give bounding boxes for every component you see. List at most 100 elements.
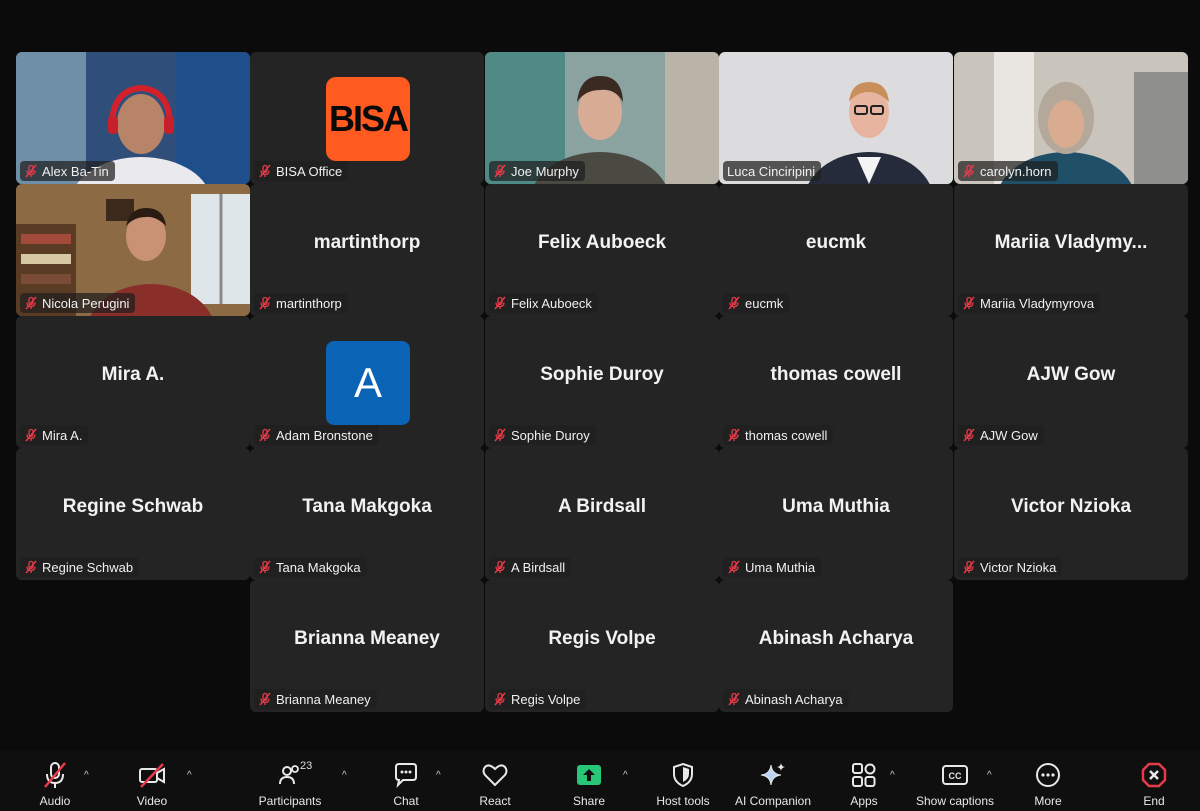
participants-button[interactable]: 23 Participants <box>235 758 345 808</box>
more-button[interactable]: More <box>993 758 1103 808</box>
video-label: Video <box>136 794 168 808</box>
participant-tile-nicola-perugini[interactable]: Nicola Perugini <box>16 184 250 316</box>
mic-muted-icon <box>24 560 38 574</box>
name-label: Abinash Acharya <box>723 689 849 709</box>
name-label: Tana Makgoka <box>254 557 367 577</box>
name-label: Adam Bronstone <box>254 425 379 445</box>
participant-tile-joe-murphy[interactable]: Joe Murphy <box>485 52 719 184</box>
name-label: Regine Schwab <box>20 557 140 577</box>
more-options-icon <box>1034 758 1062 792</box>
mic-muted-icon <box>727 560 741 574</box>
sparkle-icon <box>759 758 787 792</box>
participant-name: eucmk <box>745 295 784 311</box>
display-name: Regine Schwab <box>62 496 204 517</box>
video-off-icon <box>137 758 167 792</box>
host-tools-label: Host tools <box>656 794 710 808</box>
participant-tile-brianna-meaney[interactable]: Brianna Meaney Brianna Meaney <box>250 580 484 712</box>
name-label: Mariia Vladymyrova <box>958 293 1101 313</box>
display-name: Felix Auboeck <box>537 232 667 253</box>
participant-tile-felix-auboeck[interactable]: Felix Auboeck Felix Auboeck <box>485 184 719 316</box>
display-name: Sophie Duroy <box>540 364 664 385</box>
participant-count: 23 <box>300 760 313 772</box>
end-meeting-button[interactable]: End <box>1099 758 1200 808</box>
chat-icon <box>392 758 420 792</box>
display-name: eucmk <box>805 232 867 253</box>
participant-name: BISA Office <box>276 163 343 179</box>
participant-tile-eucmk[interactable]: eucmk eucmk <box>719 184 953 316</box>
more-label: More <box>1034 794 1062 808</box>
participant-name: Mira A. <box>42 427 83 443</box>
video-button[interactable]: Video <box>97 758 207 808</box>
name-label: Brianna Meaney <box>254 689 377 709</box>
participant-tile-mira-a[interactable]: Mira A. Mira A. <box>16 316 250 448</box>
participant-name: Luca Cinciripini <box>727 163 816 179</box>
display-name: A Birdsall <box>558 496 646 517</box>
captions-options-caret-icon[interactable]: ^ <box>987 770 992 781</box>
participant-tile-ajw-gow[interactable]: AJW Gow AJW Gow <box>954 316 1188 448</box>
participant-name: Uma Muthia <box>745 559 816 575</box>
participant-name: thomas cowell <box>745 427 828 443</box>
participant-tile-regine-schwab[interactable]: Regine Schwab Regine Schwab <box>16 448 250 580</box>
participant-tile-regis-volpe[interactable]: Regis Volpe Regis Volpe <box>485 580 719 712</box>
participant-tile-adam-bronstone[interactable]: A Adam Bronstone <box>250 316 484 448</box>
participants-icon: 23 <box>278 758 312 792</box>
participant-tile-victor-nzioka[interactable]: Victor Nzioka Victor Nzioka <box>954 448 1188 580</box>
name-label: martinthorp <box>254 293 348 313</box>
participant-name: Alex Ba-Tin <box>42 163 109 179</box>
name-label: A Birdsall <box>489 557 572 577</box>
audio-button[interactable]: Audio <box>0 758 110 808</box>
name-label: AJW Gow <box>958 425 1044 445</box>
participant-name: Brianna Meaney <box>276 691 371 707</box>
participant-tile-martinthorp[interactable]: martinthorp martinthorp <box>250 184 484 316</box>
mic-muted-icon <box>24 164 38 178</box>
mic-muted-icon <box>493 428 507 442</box>
heart-icon <box>481 758 509 792</box>
name-label: Mira A. <box>20 425 89 445</box>
participant-name: Felix Auboeck <box>511 295 592 311</box>
avatar: A <box>326 341 410 425</box>
apps-options-caret-icon[interactable]: ^ <box>890 770 895 781</box>
meeting-toolbar: Audio ^ Video ^ 23 Participants ^ Chat ^… <box>0 751 1200 811</box>
participants-options-caret-icon[interactable]: ^ <box>342 770 347 781</box>
shield-icon <box>670 758 696 792</box>
mic-off-icon <box>40 758 70 792</box>
participant-tile-a-birdsall[interactable]: A Birdsall A Birdsall <box>485 448 719 580</box>
participant-tile-tana-makgoka[interactable]: Tana Makgoka Tana Makgoka <box>250 448 484 580</box>
mic-muted-icon <box>24 428 38 442</box>
participant-tile-carolyn-horn[interactable]: carolyn.horn <box>954 52 1188 184</box>
display-name: AJW Gow <box>1026 364 1116 385</box>
mic-muted-icon <box>24 296 38 310</box>
participant-tile-alex[interactable]: Alex Ba-Tin <box>16 52 250 184</box>
participant-tile-mariia-vladymyrova[interactable]: Mariia Vladymy... Mariia Vladymyrova <box>954 184 1188 316</box>
participant-name: Sophie Duroy <box>511 427 590 443</box>
participant-tile-sophie-duroy[interactable]: Sophie Duroy Sophie Duroy <box>485 316 719 448</box>
name-label: Felix Auboeck <box>489 293 598 313</box>
show-captions-label: Show captions <box>915 794 995 808</box>
apps-icon <box>850 758 878 792</box>
participant-tile-luca-active-speaker[interactable]: Luca Cinciripini <box>719 52 953 184</box>
participant-tile-uma-muthia[interactable]: Uma Muthia Uma Muthia <box>719 448 953 580</box>
display-name: Uma Muthia <box>782 496 890 517</box>
audio-options-caret-icon[interactable]: ^ <box>84 770 89 781</box>
ai-companion-label: AI Companion <box>734 794 812 808</box>
mic-muted-icon <box>258 428 272 442</box>
participant-tile-bisa-office[interactable]: BISA BISA Office <box>250 52 484 184</box>
participant-tile-abinash-acharya[interactable]: Abinash Acharya Abinash Acharya <box>719 580 953 712</box>
share-options-caret-icon[interactable]: ^ <box>623 770 628 781</box>
bisa-logo: BISA <box>326 77 410 161</box>
display-name: Tana Makgoka <box>302 496 432 517</box>
video-options-caret-icon[interactable]: ^ <box>187 770 192 781</box>
apps-label: Apps <box>850 794 878 808</box>
participant-name: Nicola Perugini <box>42 295 130 311</box>
name-label: carolyn.horn <box>958 161 1058 181</box>
participant-name: A Birdsall <box>511 559 566 575</box>
display-name: Mira A. <box>101 364 165 385</box>
display-name: Abinash Acharya <box>758 628 914 649</box>
participant-name: Regine Schwab <box>42 559 134 575</box>
display-name: Victor Nzioka <box>1010 496 1132 517</box>
name-label: Sophie Duroy <box>489 425 596 445</box>
name-label: Nicola Perugini <box>20 293 136 313</box>
participant-name: Joe Murphy <box>511 163 579 179</box>
participant-tile-thomas-cowell[interactable]: thomas cowell thomas cowell <box>719 316 953 448</box>
mic-muted-icon <box>962 296 976 310</box>
